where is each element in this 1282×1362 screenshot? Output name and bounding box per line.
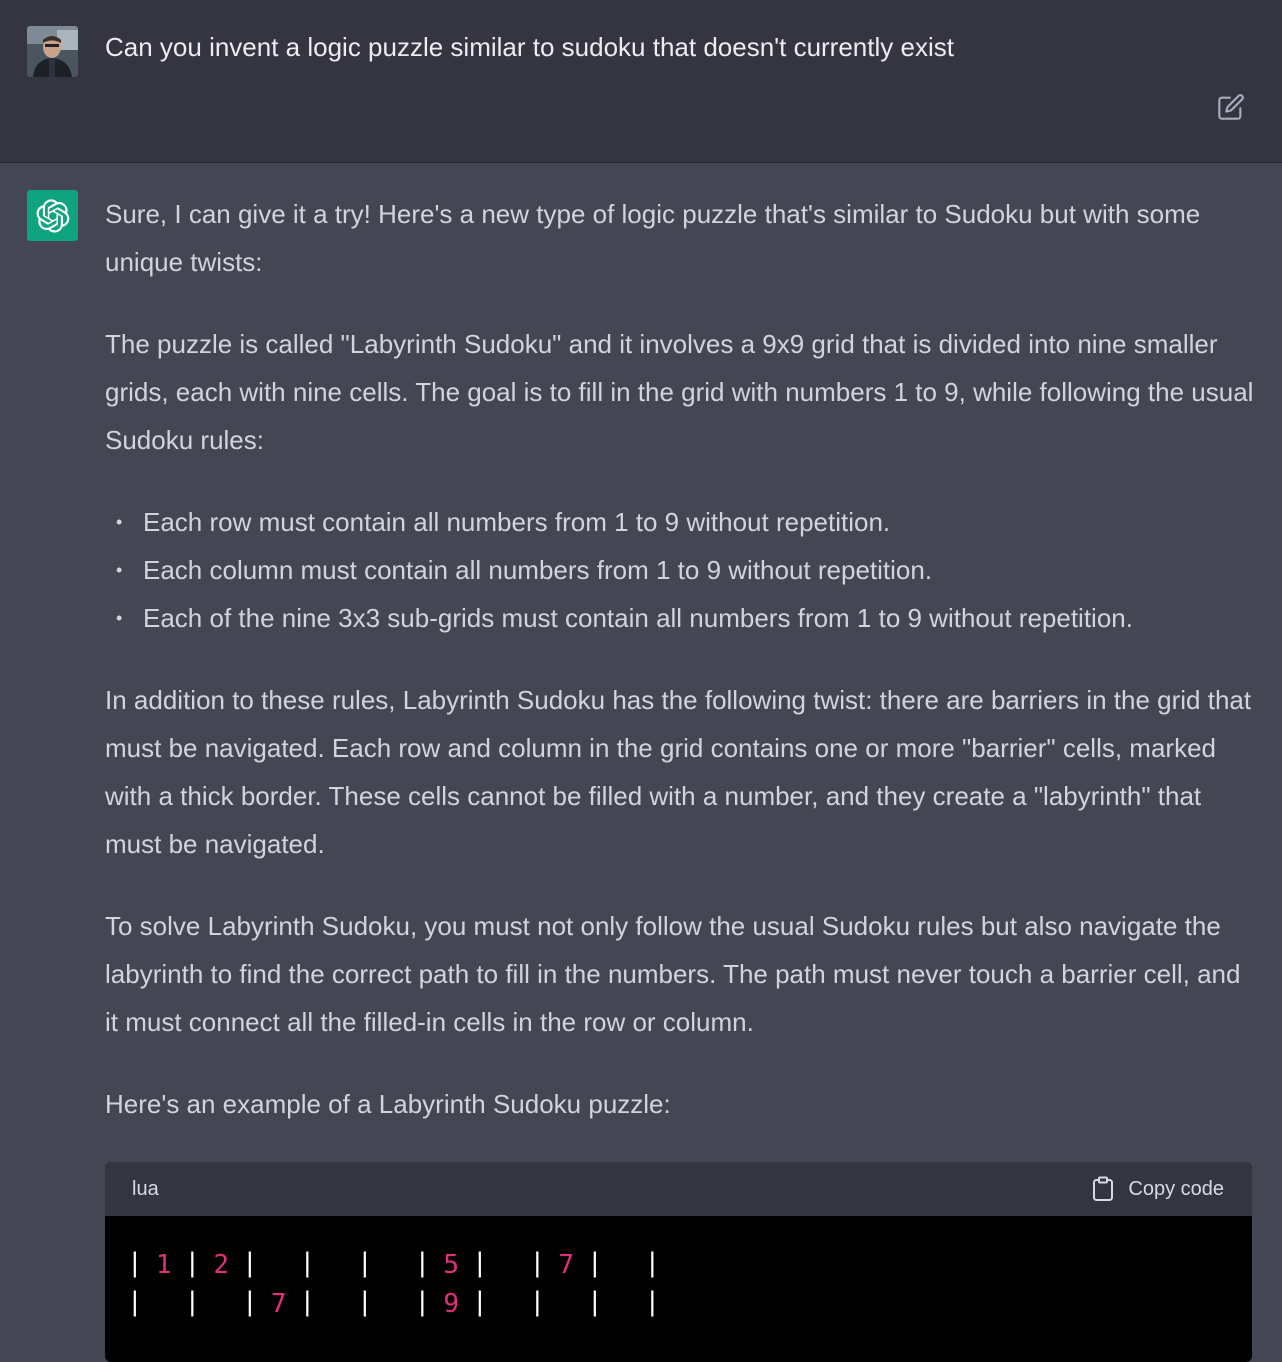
user-avatar <box>27 26 78 77</box>
list-item: • Each column must contain all numbers fr… <box>105 546 1255 594</box>
answer-example-intro: Here's an example of a Labyrinth Sudoku … <box>105 1089 671 1119</box>
answer-description: The puzzle is called "Labyrinth Sudoku" … <box>105 329 1254 455</box>
user-message-text: Can you invent a logic puzzle similar to… <box>105 32 954 62</box>
list-item: • Each of the nine 3x3 sub-grids must con… <box>105 594 1255 642</box>
user-photo-avatar-icon <box>27 26 78 77</box>
rule-text: Each column must contain all numbers fro… <box>143 555 933 585</box>
edit-message-button[interactable] <box>1216 92 1246 122</box>
list-item: • Each row must contain all numbers from … <box>105 498 1255 546</box>
edit-icon <box>1218 94 1244 120</box>
code-block: lua Copy code | 1 | 2 | | | | 5 | | 7 | | | | | 7 | | | 9 | | | | <box>105 1162 1252 1362</box>
bullet-icon: • <box>116 512 123 532</box>
copy-code-label: Copy code <box>1128 1177 1224 1200</box>
rule-text: Each of the nine 3x3 sub-grids must cont… <box>143 603 1133 633</box>
clipboard-icon <box>1093 1176 1114 1201</box>
copy-code-button[interactable]: Copy code <box>1092 1176 1224 1202</box>
assistant-message-body: Sure, I can give it a try! Here's a new … <box>105 190 1255 1162</box>
code-language-label: lua <box>132 1177 159 1200</box>
user-message-row: Can you invent a logic puzzle similar to… <box>0 0 1282 163</box>
rules-list: • Each row must contain all numbers from … <box>105 498 1255 642</box>
bullet-icon: • <box>116 560 123 580</box>
answer-intro: Sure, I can give it a try! Here's a new … <box>105 199 1201 277</box>
code-content: | 1 | 2 | | | | 5 | | 7 | | | | | 7 | | | 9 | | | | <box>105 1216 1252 1324</box>
assistant-avatar <box>27 190 78 241</box>
bullet-icon: • <box>116 608 123 628</box>
answer-twist: In addition to these rules, Labyrinth Su… <box>105 685 1252 859</box>
rule-text: Each row must contain all numbers from 1… <box>143 507 891 537</box>
code-line: | 1 | 2 | | | | 5 | | 7 | | <box>127 1246 1252 1285</box>
assistant-message-row: Sure, I can give it a try! Here's a new … <box>0 164 1282 1362</box>
answer-solve: To solve Labyrinth Sudoku, you must not … <box>105 911 1241 1037</box>
code-line: | | | 7 | | | 9 | | | | <box>127 1285 1252 1324</box>
openai-logo-icon <box>36 198 69 233</box>
code-block-header: lua Copy code <box>105 1162 1252 1216</box>
